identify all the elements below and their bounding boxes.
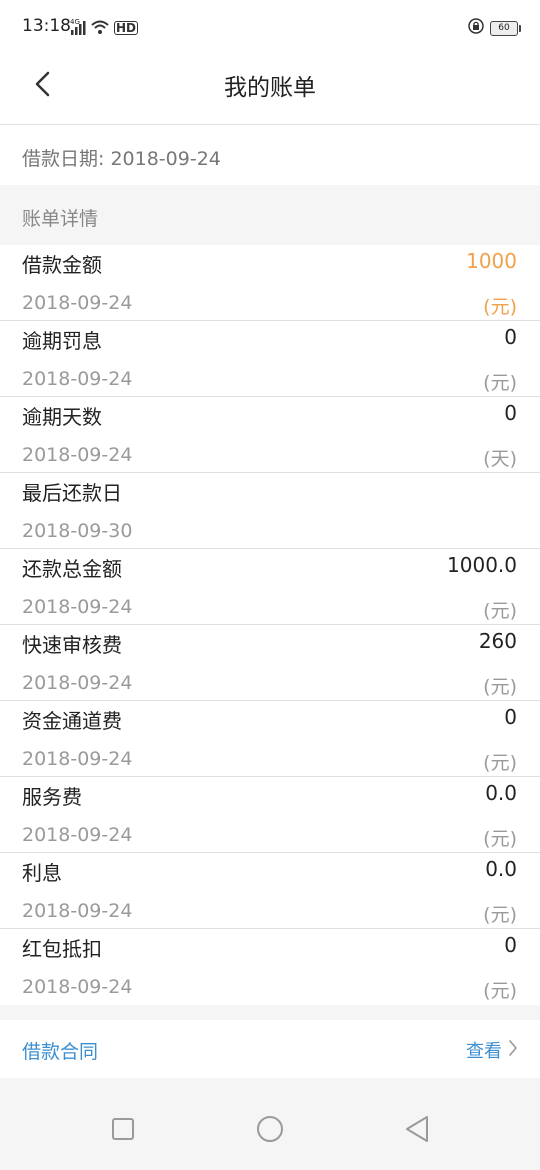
circle-icon	[256, 1115, 284, 1147]
section-header: 账单详情	[0, 185, 540, 245]
bill-item-loan-amount: 借款金额 1000 2018-09-24 (元)	[0, 245, 540, 321]
loan-contract-row[interactable]: 借款合同 查看	[0, 1020, 540, 1078]
bill-item-red-packet-deduction: 红包抵扣 0 2018-09-24 (元)	[0, 929, 540, 1005]
item-unit: (元)	[483, 372, 517, 394]
triangle-back-icon	[404, 1115, 430, 1147]
bill-list: 借款金额 1000 2018-09-24 (元) 逾期罚息 0 2018-09-…	[0, 245, 540, 1005]
item-date: 2018-09-24	[22, 976, 133, 998]
item-date: 2018-09-24	[22, 444, 133, 466]
bill-item-last-repayment-day: 最后还款日 2018-09-30	[0, 473, 540, 549]
chevron-right-icon	[508, 1039, 518, 1062]
status-bar: 13:18 4G HD 60	[0, 0, 540, 54]
item-date: 2018-09-24	[22, 596, 133, 618]
home-button[interactable]	[255, 1116, 285, 1146]
status-icons-right: 60	[468, 18, 521, 38]
item-unit: (元)	[483, 828, 517, 850]
item-unit: (元)	[483, 296, 517, 318]
status-icons-left: 4G HD	[70, 18, 139, 38]
item-label: 还款总金额	[22, 557, 122, 581]
contract-label: 借款合同	[22, 1041, 99, 1063]
network-type-label: 4G	[70, 18, 80, 26]
bill-item-service-fee: 服务费 0.0 2018-09-24 (元)	[0, 777, 540, 853]
item-label: 利息	[22, 861, 62, 885]
loan-date-label: 借款日期:	[22, 148, 105, 170]
item-label: 最后还款日	[22, 481, 122, 505]
battery-icon: 60	[490, 20, 521, 36]
section-title: 账单详情	[22, 208, 99, 230]
item-unit: (元)	[483, 676, 517, 698]
item-unit: (元)	[483, 600, 517, 622]
item-date: 2018-09-24	[22, 672, 133, 694]
item-value: 1000.0	[447, 553, 517, 577]
bill-item-overdue-days: 逾期天数 0 2018-09-24 (天)	[0, 397, 540, 473]
signal-icon: 4G	[70, 18, 86, 35]
back-nav-button[interactable]	[402, 1116, 432, 1146]
item-value: 0	[504, 705, 517, 729]
item-date: 2018-09-30	[22, 520, 133, 542]
square-icon	[111, 1117, 135, 1145]
lock-rotation-icon	[468, 18, 484, 38]
item-unit: (元)	[483, 980, 517, 1002]
item-date: 2018-09-24	[22, 368, 133, 390]
system-nav-bar	[0, 1090, 540, 1170]
page-title: 我的账单	[224, 75, 316, 101]
bill-item-total-repayment: 还款总金额 1000.0 2018-09-24 (元)	[0, 549, 540, 625]
bill-item-overdue-interest: 逾期罚息 0 2018-09-24 (元)	[0, 321, 540, 397]
header: 我的账单	[0, 54, 540, 125]
item-value: 0	[504, 933, 517, 957]
item-value: 0	[504, 325, 517, 349]
item-date: 2018-09-24	[22, 748, 133, 770]
item-label: 逾期天数	[22, 405, 102, 429]
loan-date-text: 借款日期: 2018-09-24	[22, 144, 221, 171]
item-date: 2018-09-24	[22, 824, 133, 846]
bill-item-channel-fee: 资金通道费 0 2018-09-24 (元)	[0, 701, 540, 777]
hd-icon: HD	[114, 21, 139, 35]
item-unit: (天)	[483, 448, 517, 470]
bill-item-fast-review-fee: 快速审核费 260 2018-09-24 (元)	[0, 625, 540, 701]
item-label: 服务费	[22, 785, 82, 809]
bill-item-interest: 利息 0.0 2018-09-24 (元)	[0, 853, 540, 929]
wifi-icon	[91, 19, 109, 38]
item-label: 快速审核费	[22, 633, 122, 657]
view-label: 查看	[466, 1041, 502, 1062]
item-date: 2018-09-24	[22, 292, 133, 314]
item-value: 0.0	[485, 857, 517, 881]
item-unit: (元)	[483, 904, 517, 926]
item-value: 0.0	[485, 781, 517, 805]
item-date: 2018-09-24	[22, 900, 133, 922]
item-unit: (元)	[483, 752, 517, 774]
view-contract-link[interactable]: 查看	[466, 1037, 518, 1063]
item-label: 借款金额	[22, 253, 102, 277]
item-value: 1000	[466, 249, 517, 273]
loan-date-row: 借款日期: 2018-09-24	[0, 125, 540, 185]
item-label: 资金通道费	[22, 709, 122, 733]
loan-date-value: 2018-09-24	[110, 148, 221, 170]
item-value: 0	[504, 401, 517, 425]
recent-apps-button[interactable]	[108, 1116, 138, 1146]
item-value: 260	[478, 629, 517, 653]
item-label: 红包抵扣	[22, 937, 102, 961]
status-time: 13:18	[22, 16, 71, 36]
item-label: 逾期罚息	[22, 329, 102, 353]
